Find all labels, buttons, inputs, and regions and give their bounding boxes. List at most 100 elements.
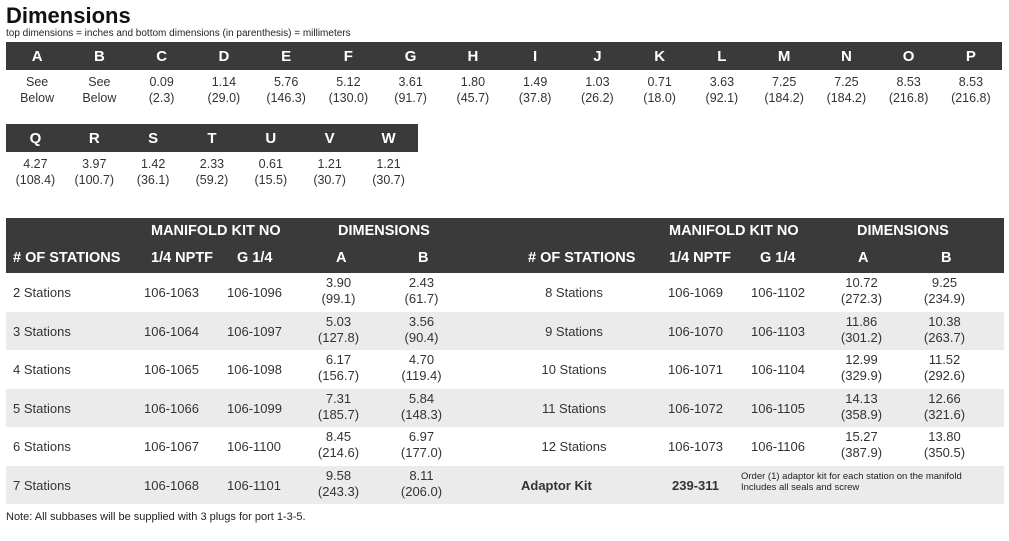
dim-a-cell: 7.31 (185.7) [301,391,376,423]
dim-value-q: 4.27 (108.4) [6,152,65,188]
dim-b-cell-inches: 5.84 [408,390,435,406]
nptf-kit-cell: 106-1064 [144,323,199,339]
dim-inches: 7.25 [771,75,797,89]
header-dimensions-right: DIMENSIONS [857,223,949,239]
g-kit-cell-right: 106-1104 [751,362,805,377]
nptf-kit-cell: 106-1063 [144,285,199,300]
adaptor-kit-note: Order (1) adaptor kit for each station o… [741,471,962,493]
dim-value-t: 2.33 (59.2) [183,152,242,188]
dim-a-cell-mm: (214.6) [317,445,360,460]
dim-b-cell-mm: (90.4) [404,329,439,345]
dim-b-cell-inches: 3.56 [408,313,435,329]
dim-label-q: Q [6,124,65,152]
dim-b-cell-right-mm: (263.7) [923,329,966,345]
dim-b-cell-right-mm: (292.6) [923,368,966,383]
units-subtitle: top dimensions = inches and bottom dimen… [6,28,351,39]
dim-b-cell: 4.70 (119.4) [384,352,459,384]
dim-a-cell-right-inches: 10.72 [845,275,878,290]
stations-cell: 3 Stations [13,323,71,339]
stations-cell: 5 Stations [13,400,71,416]
dim-value-g: 3.61 (91.7) [380,70,442,106]
dim-label-n: N [815,42,878,70]
dim-a-cell-inches: 6.17 [325,352,352,367]
dim-value-m: 7.25 (184.2) [753,70,815,106]
dim-mm: (108.4) [15,173,56,187]
dim-b-cell-right-inches: 10.38 [928,313,961,329]
dim-b-inches: 8.11 [409,467,434,483]
dim-label-w: W [359,124,418,152]
dim-b-cell-mm: (177.0) [400,445,443,460]
dim-label-g: G [379,42,442,70]
stations-cell: 7 Stations [13,477,71,493]
dim-mm: (130.0) [328,91,369,105]
adaptor-kit-label: Adaptor Kit [521,477,592,493]
dim-mm: (37.8) [518,91,552,105]
dim-label-t: T [182,124,242,152]
table-row: 5 Stations 106-1066 106-1099 7.31 (185.7) 5.8… [6,388,1004,427]
stations-cell: 4 Stations [13,362,71,377]
dim-a-cell-right: 14.13 (358.9) [824,391,899,423]
dim-a-cell-mm: (156.7) [317,368,360,383]
header-nptf: 1/4 NPTF [151,250,214,266]
adaptor-note-line-2: Includes all seals and screw [741,481,860,493]
dim-value-w: 1.21 (30.7) [359,152,418,188]
dim-b-cell-mm: (61.7) [404,291,439,306]
dim-b-cell-inches: 6.97 [408,429,435,444]
dim-inches: 4.27 [23,157,48,171]
dim-a-cell-right-mm: (301.2) [840,329,883,345]
dim-label-e: E [255,42,318,70]
dim-value-h: 1.80 (45.7) [442,70,504,106]
dim-mm: (26.2) [581,91,614,105]
dim-b-cell-right-mm: (350.5) [923,445,966,460]
g-kit-cell: 106-1099 [227,400,282,416]
dim-inches: See [88,75,111,89]
dimensions-table-a-p: ABCDEFGHIJKLMNOP See Below See Below 0.09 (2.… [6,42,1002,106]
dim-inches: 1.14 [211,75,237,89]
dim-mm: (15.5) [254,173,288,187]
dim-mm: (184.2) [764,91,804,105]
g-kit-cell: 106-1096 [227,285,282,300]
dim-a-cell-inches: 8.45 [325,429,352,444]
dim-a-cell-right-mm: (358.9) [840,406,883,422]
dim-b-cell-inches: 2.43 [408,275,435,290]
dim-label-o: O [877,42,940,70]
dim-mm: (91.7) [394,91,427,105]
dim-inches: 1.21 [376,157,401,171]
stations-cell-right: 10 Stations [541,362,607,377]
dim-a-cell-right-inches: 15.27 [845,429,878,444]
dim-b-cell-right-mm: (321.6) [923,406,966,422]
dim-inches: 1.80 [460,75,486,89]
dim-a-cell-right-mm: (329.9) [840,368,883,383]
dim-mm: (100.7) [74,173,115,187]
dim-value-b: See Below [68,70,130,106]
dim-value-s: 1.42 (36.1) [124,152,183,188]
table-row: 2 Stations 106-1063 106-1096 3.90 (99.1) 2.43… [6,273,1004,312]
dim-label-m: M [753,42,816,70]
dim-inches: 3.63 [709,75,735,89]
dim-b-cell-right: 13.80 (350.5) [907,429,982,461]
dim-mm: (92.1) [705,91,739,105]
dim-b-cell-mm: (119.4) [401,368,442,383]
dim-value-n: 7.25 (184.2) [815,70,877,106]
dim-mm: (216.8) [951,91,991,105]
dim-value-r: 3.97 (100.7) [65,152,124,188]
dim-label-p: P [939,42,1002,70]
g-kit-cell: 106-1097 [227,323,282,339]
dim-a-cell-right: 10.72 (272.3) [824,275,899,307]
dim-mm: Below [82,91,117,105]
dim-a-cell-right: 15.27 (387.9) [824,429,899,461]
dim-inches: See [26,75,49,89]
dim-b-cell: 8.11 (206.0) [384,468,459,500]
dim-label-b: B [68,42,131,70]
dim-a-cell: 9.58 (243.3) [301,468,376,500]
dim-mm: Below [20,91,55,105]
dim-mm: (45.7) [456,91,490,105]
dim-label-d: D [192,42,255,70]
dim-mm: (30.7) [372,173,405,187]
nptf-kit-cell-right: 106-1071 [668,362,723,377]
dim-a-cell-mm: (99.1) [321,291,356,306]
dim-b-cell: 3.56 (90.4) [384,314,459,346]
dim-b-cell-right-inches: 11.52 [928,352,961,367]
dim-mm: (216.8) [888,91,929,105]
dim-a-cell-mm: (185.7) [317,406,360,422]
